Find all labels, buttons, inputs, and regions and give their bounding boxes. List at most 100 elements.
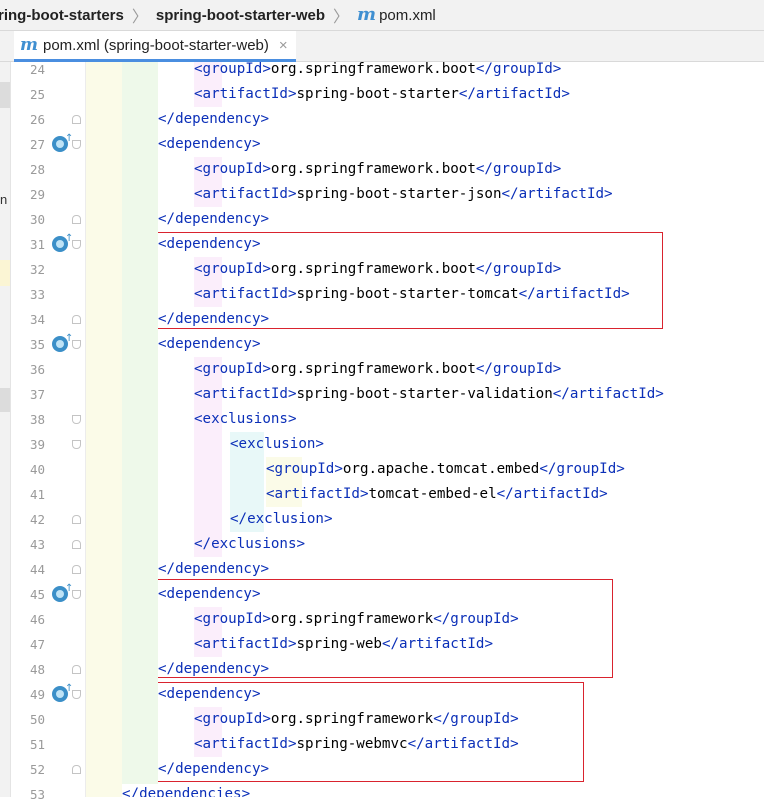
tag-bracket: < [194,736,203,752]
code-line[interactable]: </dependency> [158,207,269,232]
xml-tag-name: artifactId [202,186,288,202]
xml-text-value: org.springframework.boot [270,261,476,277]
tag-bracket: > [552,62,562,77]
tag-bracket: > [287,736,297,752]
editor-gutter[interactable]: 24 25 26 27 ↑ 28 29 30 31 ↑ 32 33 34 35 ↑ 36 37 38 39 40 41 4… [11,62,86,802]
code-line[interactable]: <dependency> [158,232,261,257]
tag-bracket: </ [475,361,493,377]
code-line[interactable]: <groupId>org.springframework</groupId> [194,707,519,732]
line-number: 43 [29,537,45,552]
tag-bracket: </ [381,636,400,652]
fold-end-icon[interactable] [72,565,81,574]
xml-tag-name: artifactId [202,286,288,302]
code-line[interactable]: <groupId>org.springframework.boot</group… [194,357,561,382]
xml-tag-name: dependency [175,111,261,127]
fold-end-icon[interactable] [72,215,81,224]
indent-guide [122,62,158,784]
fold-end-icon[interactable] [72,665,81,674]
project-panel-edge[interactable]: n [0,62,11,797]
fold-collapse-icon[interactable] [72,340,81,349]
line-number: 27 [29,137,45,152]
fold-end-icon[interactable] [72,315,81,324]
code-line[interactable]: <artifactId>tomcat-embed-el</artifactId> [266,482,608,507]
tag-bracket: > [260,111,270,127]
close-icon[interactable]: × [279,37,288,54]
fold-collapse-icon[interactable] [72,140,81,149]
code-line[interactable]: </dependencies> [122,782,250,797]
fold-collapse-icon[interactable] [72,240,81,249]
xml-tag-name: dependency [166,586,252,602]
code-line[interactable]: <dependency> [158,682,261,707]
tag-bracket: > [262,261,271,277]
code-line[interactable]: <exclusions> [194,407,297,432]
fold-collapse-icon[interactable] [72,690,81,699]
fold-end-icon[interactable] [72,515,81,524]
code-line[interactable]: <dependency> [158,582,261,607]
tag-bracket: </ [458,86,476,102]
code-line[interactable]: </dependency> [158,757,269,782]
fold-end-icon[interactable] [72,115,81,124]
code-line[interactable]: <dependency> [158,132,261,157]
xml-tag-name: artifactId [202,636,288,652]
fold-collapse-icon[interactable] [72,440,81,449]
code-line[interactable]: </dependency> [158,107,269,132]
code-line[interactable]: <artifactId>spring-boot-starter</artifac… [194,82,570,107]
line-number: 33 [29,287,45,302]
tag-bracket: > [621,286,630,302]
tag-bracket: > [251,686,261,702]
line-number: 49 [29,687,45,702]
breadcrumb-item-file[interactable]: pom.xml [379,7,436,24]
code-line[interactable]: <dependency> [158,332,261,357]
tag-bracket: < [266,486,275,502]
tag-bracket: </ [122,786,140,797]
xml-text-value: org.springframework.boot [270,161,476,177]
code-line[interactable]: <artifactId>spring-boot-starter-json</ar… [194,182,613,207]
code-line[interactable]: </exclusion> [230,507,333,532]
xml-text-value: org.springframework [270,711,434,727]
tag-bracket: > [655,386,664,402]
code-line[interactable]: <groupId>org.springframework.boot</group… [194,157,561,182]
code-line[interactable]: </dependency> [158,557,269,582]
tab-pom-xml[interactable]: m pom.xml (spring-boot-starter-web) × [14,31,296,62]
code-line[interactable]: <groupId>org.springframework.boot</group… [194,257,561,282]
line-number: 41 [29,487,45,502]
code-line[interactable]: </dependency> [158,657,269,682]
line-number: 32 [29,262,45,277]
fold-end-icon[interactable] [72,540,81,549]
code-line[interactable]: <artifactId>spring-web</artifactId> [194,632,493,657]
line-number: 31 [29,237,45,252]
breadcrumb-item-module[interactable]: spring-boot-starter-web [156,7,325,24]
code-editor[interactable]: <groupId>org.springframework.boot</group… [86,62,764,797]
tag-bracket: </ [158,561,176,577]
fold-collapse-icon[interactable] [72,415,81,424]
code-line[interactable]: <exclusion> [230,432,324,457]
code-line[interactable]: <artifactId>spring-webmvc</artifactId> [194,732,519,757]
panel-highlight-marker [0,260,10,286]
fold-end-icon[interactable] [72,765,81,774]
tag-bracket: > [510,611,519,627]
code-line[interactable]: </dependency> [158,307,269,332]
code-line[interactable]: <groupId>org.springframework.boot</group… [194,62,561,82]
code-line[interactable]: <artifactId>spring-boot-starter-validati… [194,382,664,407]
fold-collapse-icon[interactable] [72,590,81,599]
breadcrumb-item-module-parent[interactable]: ring-boot-starters [0,7,124,24]
line-number: 48 [29,662,45,677]
code-line[interactable]: <artifactId>spring-boot-starter-tomcat</… [194,282,630,307]
tag-bracket: </ [407,736,425,752]
xml-tag-name: groupId [492,62,553,77]
xml-tag-name: dependency [166,336,252,352]
tag-bracket: > [262,62,271,77]
tag-bracket: < [194,611,203,627]
xml-text-value: spring-web [296,636,382,652]
xml-tag-name: groupId [202,611,263,627]
tag-bracket: > [260,761,270,777]
code-line[interactable]: </exclusions> [194,532,305,557]
code-line[interactable]: <groupId>org.springframework</groupId> [194,607,519,632]
tag-bracket: < [194,161,203,177]
tag-bracket: > [604,186,613,202]
code-line[interactable]: <groupId>org.apache.tomcat.embed</groupI… [266,457,625,482]
line-number: 38 [29,412,45,427]
xml-text-value: spring-webmvc [296,736,408,752]
tag-bracket: < [158,236,167,252]
panel-selection-marker [0,388,10,412]
